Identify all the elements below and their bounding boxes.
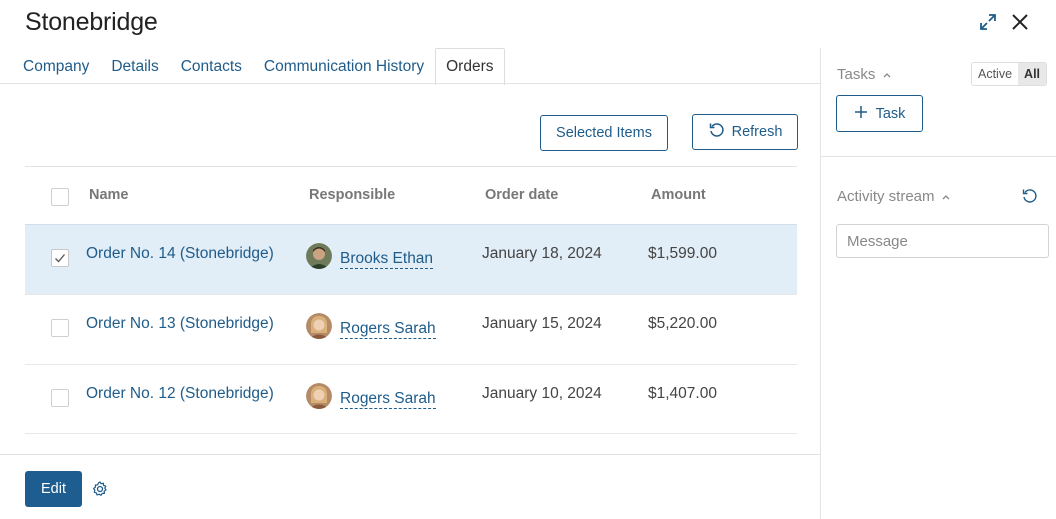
gear-icon[interactable]: [91, 480, 109, 498]
column-header-name[interactable]: Name: [89, 187, 129, 203]
close-icon[interactable]: [1008, 10, 1032, 34]
avatar: [306, 313, 332, 339]
table-row[interactable]: Order No. 14 (Stonebridge) Brooks Ethan …: [25, 224, 797, 294]
row-checkbox[interactable]: [51, 389, 69, 407]
responsible-cell: Rogers Sarah: [306, 383, 436, 409]
edit-button[interactable]: Edit: [25, 471, 82, 507]
tab-company[interactable]: Company: [12, 48, 100, 84]
refresh-icon: [708, 121, 726, 143]
responsible-name-link[interactable]: Rogers Sarah: [340, 320, 436, 339]
orders-table: Name Responsible Order date Amount Order…: [25, 166, 797, 434]
tab-contacts[interactable]: Contacts: [170, 48, 253, 84]
filter-all[interactable]: All: [1018, 63, 1047, 85]
table-row[interactable]: Order No. 13 (Stonebridge) Rogers Sarah …: [25, 294, 797, 364]
message-input[interactable]: [836, 224, 1049, 258]
responsible-name-link[interactable]: Brooks Ethan: [340, 250, 434, 269]
table-header: Name Responsible Order date Amount: [25, 166, 797, 224]
tab-communication-history[interactable]: Communication History: [253, 48, 435, 84]
tab-details[interactable]: Details: [100, 48, 169, 84]
add-task-button[interactable]: Task: [836, 95, 923, 132]
order-amount: $1,407.00: [648, 385, 717, 402]
order-link[interactable]: Order No. 14 (Stonebridge): [86, 245, 274, 263]
expand-arrows-icon[interactable]: [976, 10, 1000, 34]
chevron-up-icon: [883, 73, 890, 78]
add-task-label: Task: [875, 105, 906, 122]
check-icon: [55, 254, 65, 263]
select-all-checkbox[interactable]: [51, 188, 69, 206]
activity-refresh-icon[interactable]: [1021, 187, 1039, 205]
avatar: [306, 383, 332, 409]
tasks-toggle[interactable]: Tasks: [837, 66, 892, 83]
order-amount: $5,220.00: [648, 315, 717, 332]
refresh-label: Refresh: [731, 124, 783, 140]
refresh-button[interactable]: Refresh: [692, 114, 798, 150]
sidebar-divider: [821, 156, 1056, 157]
activity-stream-label: Activity stream: [837, 188, 935, 205]
responsible-cell: Brooks Ethan: [306, 243, 434, 269]
tab-bar: Company Details Contacts Communication H…: [12, 48, 505, 85]
responsible-name-link[interactable]: Rogers Sarah: [340, 390, 436, 409]
chevron-up-icon: [942, 195, 950, 200]
activity-stream-toggle[interactable]: Activity stream: [837, 188, 951, 205]
row-checkbox[interactable]: [51, 319, 69, 337]
column-header-amount[interactable]: Amount: [651, 187, 706, 203]
avatar: [306, 243, 332, 269]
tab-divider: [0, 83, 820, 84]
order-date: January 18, 2024: [482, 245, 602, 262]
plus-icon: [854, 105, 868, 123]
responsible-cell: Rogers Sarah: [306, 313, 436, 339]
page-title: Stonebridge: [25, 8, 158, 36]
order-date: January 10, 2024: [482, 385, 602, 402]
footer-divider: [0, 454, 820, 455]
panel-divider: [820, 48, 821, 519]
table-row[interactable]: Order No. 12 (Stonebridge) Rogers Sarah …: [25, 364, 797, 434]
order-date: January 15, 2024: [482, 315, 602, 332]
tasks-filter: Active All: [971, 62, 1048, 86]
order-link[interactable]: Order No. 13 (Stonebridge): [86, 315, 274, 333]
selected-items-button[interactable]: Selected Items: [540, 115, 668, 151]
column-header-responsible[interactable]: Responsible: [309, 187, 395, 203]
row-checkbox[interactable]: [51, 249, 69, 267]
tasks-label: Tasks: [837, 66, 876, 83]
selected-items-label: Selected Items: [556, 125, 652, 141]
order-link[interactable]: Order No. 12 (Stonebridge): [86, 385, 274, 403]
filter-active[interactable]: Active: [972, 63, 1019, 85]
column-header-order-date[interactable]: Order date: [485, 187, 558, 203]
order-amount: $1,599.00: [648, 245, 717, 262]
tab-orders[interactable]: Orders: [435, 48, 505, 85]
